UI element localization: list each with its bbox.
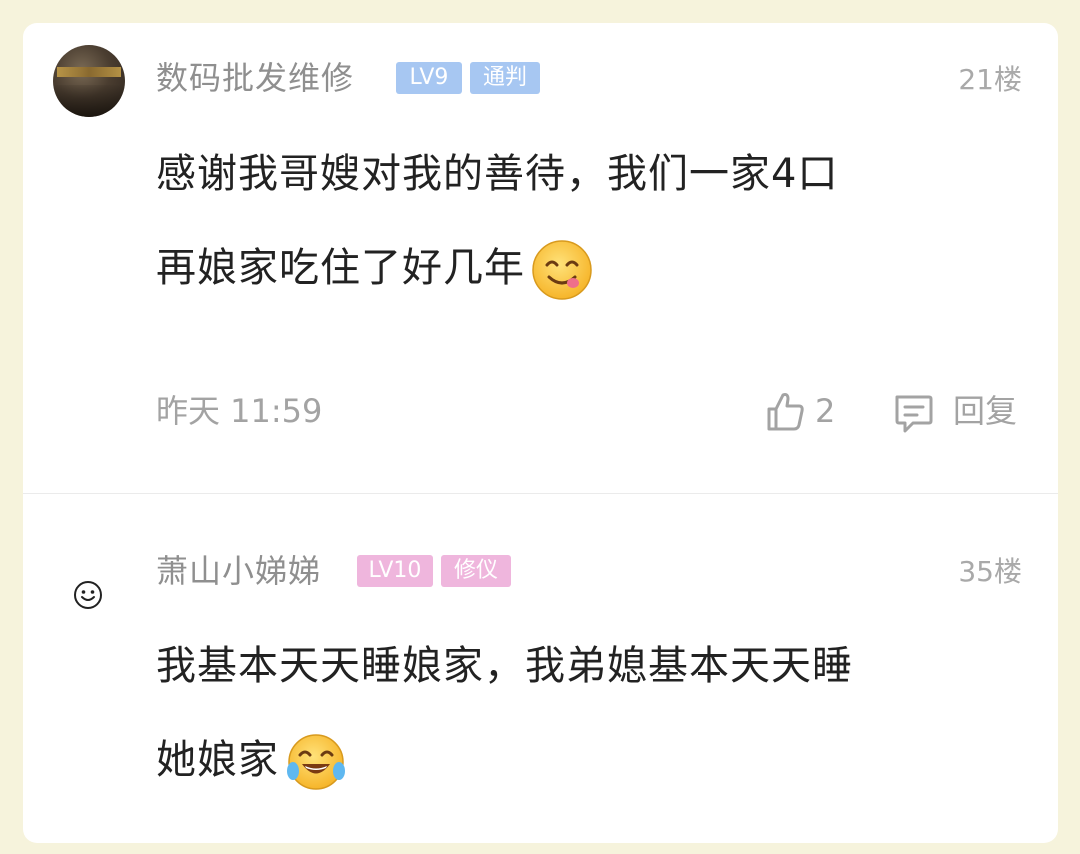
username[interactable]: 萧山小娣娣 bbox=[156, 551, 321, 591]
reply-button[interactable]: 回复 bbox=[953, 391, 1017, 431]
avatar[interactable] bbox=[53, 45, 125, 117]
level-badge: LV9 bbox=[396, 62, 462, 94]
title-badge: 修仪 bbox=[441, 555, 511, 587]
comment-text-segment: 再娘家吃住了好几年 bbox=[156, 245, 525, 291]
thumbs-up-icon[interactable] bbox=[763, 389, 807, 433]
comment-text-line: 再娘家吃住了好几年 bbox=[156, 221, 1016, 315]
floor-number: 35楼 bbox=[958, 555, 1022, 588]
smiley-avatar-icon[interactable] bbox=[73, 580, 103, 610]
like-count: 2 bbox=[815, 392, 836, 430]
comment-text-line: 我基本天天睡娘家，我弟媳基本天天睡 bbox=[156, 643, 853, 689]
comment-text-line: 感谢我哥嫂对我的善待，我们一家4口 bbox=[156, 151, 839, 197]
comment-text-line: 她娘家 bbox=[156, 713, 1016, 807]
comment-text-segment: 她娘家 bbox=[156, 737, 279, 783]
yum-face-icon bbox=[532, 240, 592, 300]
username[interactable]: 数码批发维修 bbox=[156, 58, 354, 98]
level-badge: LV10 bbox=[357, 555, 433, 587]
comment-text: 我基本天天睡娘家，我弟媳基本天天睡 她娘家 bbox=[156, 619, 1016, 807]
tears-of-joy-icon bbox=[287, 734, 345, 790]
comment-item: 萧山小娣娣 LV10 修仪 35楼 我基本天天睡娘家，我弟媳基本天天睡 她娘家 bbox=[23, 494, 1058, 854]
title-badge: 通判 bbox=[470, 62, 540, 94]
floor-number: 21楼 bbox=[958, 63, 1022, 96]
reply-icon[interactable] bbox=[891, 391, 935, 435]
comment-list: 数码批发维修 LV9 通判 21楼 感谢我哥嫂对我的善待，我们一家4口 再娘家吃… bbox=[23, 23, 1058, 843]
comment-item: 数码批发维修 LV9 通判 21楼 感谢我哥嫂对我的善待，我们一家4口 再娘家吃… bbox=[23, 23, 1058, 493]
timestamp: 昨天 11:59 bbox=[156, 392, 323, 430]
comment-text: 感谢我哥嫂对我的善待，我们一家4口 再娘家吃住了好几年 bbox=[156, 127, 1016, 315]
